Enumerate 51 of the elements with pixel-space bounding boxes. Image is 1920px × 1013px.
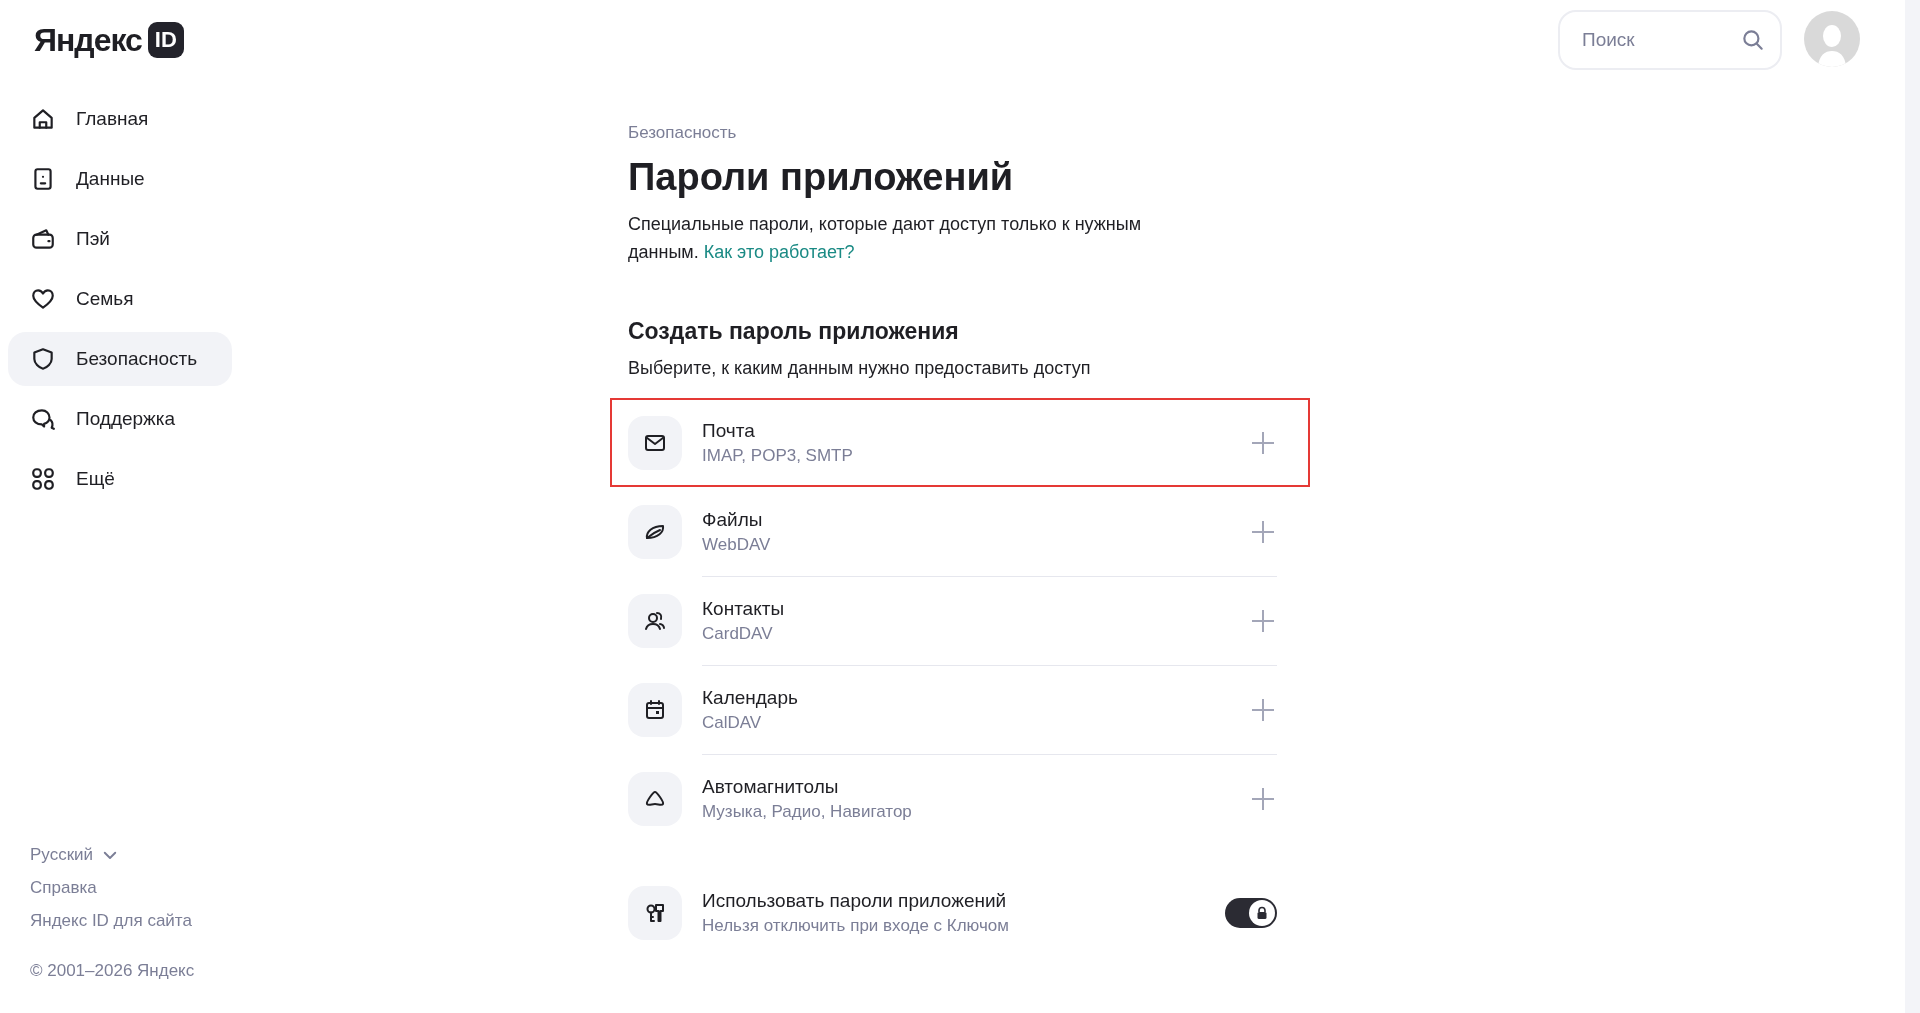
- option-title: Контакты: [702, 597, 786, 621]
- sidebar-item[interactable]: Ещё: [8, 452, 232, 506]
- calendar-icon: [643, 697, 667, 722]
- how-it-works-link[interactable]: Как это работает?: [703, 242, 855, 262]
- setting-title: Использовать пароли приложений: [702, 889, 1008, 913]
- sidebar-item[interactable]: Поддержка: [8, 392, 232, 446]
- access-option[interactable]: Контакты CardDAV: [628, 576, 1277, 665]
- lock-icon: [1255, 906, 1269, 920]
- logo-wordmark: Яндекс: [34, 24, 142, 56]
- search-icon: [1740, 27, 1766, 53]
- language-selector[interactable]: Русский: [30, 838, 240, 872]
- sidebar-item[interactable]: Главная: [8, 92, 232, 146]
- breadcrumb[interactable]: Безопасность: [628, 122, 1277, 144]
- access-option[interactable]: Файлы WebDAV: [628, 487, 1277, 576]
- option-subtitle: Музыка, Радио, Навигатор: [702, 801, 913, 823]
- heart-icon: [30, 286, 56, 312]
- plus-icon[interactable]: [1249, 607, 1277, 635]
- shield-icon: [30, 346, 56, 372]
- sidebar-item[interactable]: Пэй: [8, 212, 232, 266]
- footer-link[interactable]: Яндекс ID для сайта: [30, 904, 240, 938]
- footer-link[interactable]: Справка: [30, 871, 240, 905]
- avatar[interactable]: [1804, 11, 1860, 67]
- option-subtitle: CardDAV: [702, 623, 774, 645]
- sidebar-item[interactable]: Семья: [8, 272, 232, 326]
- option-title: Календарь: [702, 686, 799, 710]
- section-subtitle: Выберите, к каким данным нужно предоставить доступ: [628, 357, 1092, 380]
- sidebar-item[interactable]: Данные: [8, 152, 232, 206]
- option-title: Автомагнитолы: [702, 775, 840, 799]
- logo-badge: ID: [147, 22, 184, 58]
- access-option[interactable]: Почта IMAP, POP3, SMTP: [610, 398, 1310, 487]
- setting-subtitle: Нельзя отключить при входе с Ключом: [702, 915, 1010, 937]
- copyright: © 2001–2026 Яндекс: [30, 959, 196, 982]
- wallet-icon: [30, 226, 56, 252]
- search-field[interactable]: Поиск: [1558, 10, 1782, 70]
- access-option[interactable]: Автомагнитолы Музыка, Радио, Навигатор: [628, 754, 1277, 843]
- option-title: Файлы: [702, 507, 764, 532]
- page-description: Специальные пароли, которые дают доступ только к нужным данным. Как это работает?: [628, 213, 1143, 264]
- home-icon: [30, 106, 56, 132]
- plus-icon[interactable]: [1249, 696, 1277, 724]
- option-subtitle: WebDAV: [702, 533, 772, 556]
- access-option[interactable]: Календарь CalDAV: [628, 665, 1277, 754]
- sidebar-item[interactable]: Безопасность: [8, 332, 232, 386]
- plus-icon[interactable]: [1249, 785, 1277, 813]
- option-title: Почта: [702, 418, 756, 443]
- toggle-switch[interactable]: [1225, 898, 1277, 928]
- section-title: Создать пароль приложения: [628, 317, 960, 346]
- option-subtitle: CalDAV: [702, 712, 763, 734]
- chat-bubbles-icon: [30, 406, 56, 432]
- grid-icon: [30, 466, 56, 492]
- page-title: Пароли приложений: [628, 155, 1015, 200]
- option-subtitle: IMAP, POP3, SMTP: [702, 444, 854, 467]
